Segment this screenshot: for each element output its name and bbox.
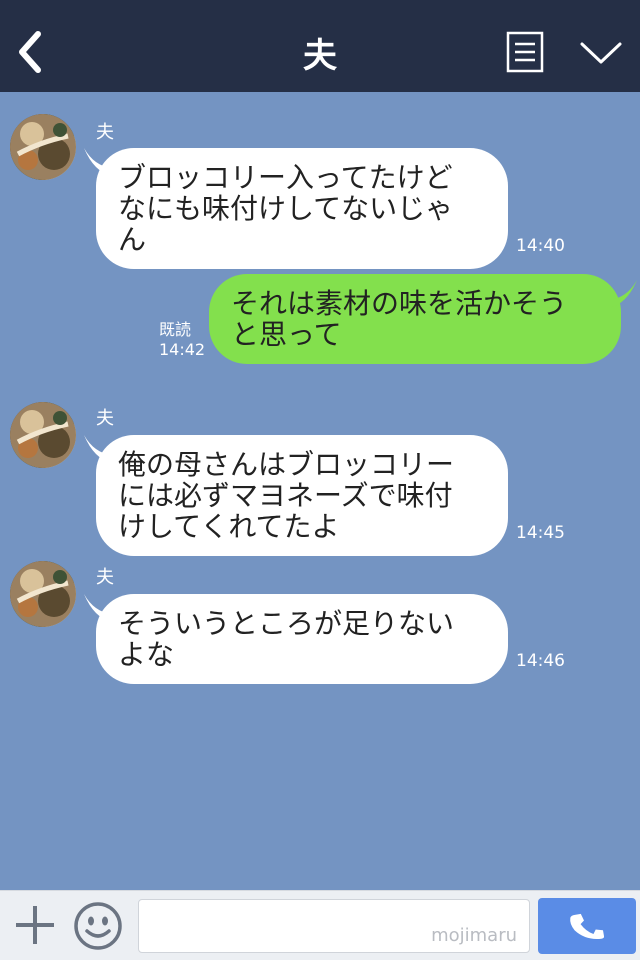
avatar[interactable] <box>10 114 76 180</box>
message-line: ん <box>118 223 147 256</box>
message-time: 14:42 <box>159 340 206 359</box>
header-bar: 夫 <box>0 0 640 92</box>
phone-icon <box>570 913 605 939</box>
message-line: けしてくれてたよ <box>118 510 340 543</box>
read-receipt: 既読 14:42 <box>159 320 205 360</box>
message-bubble[interactable]: そういうところが足りない よな <box>96 594 508 684</box>
input-bar: mojimaru <box>0 890 640 960</box>
menu-toggle-button[interactable] <box>576 36 626 70</box>
bubble-tail <box>609 280 637 308</box>
read-label: 既読 <box>159 320 192 339</box>
message-bubble[interactable]: 俺の母さんはブロッコリー には必ずマヨネーズで味付 けしてくれてたよ <box>96 435 508 556</box>
plus-icon <box>16 906 54 944</box>
chat-screen: 夫 夫 ブロッコリー入ってたけど なにも味付けしてないじゃ ん 14:40 既読… <box>0 0 640 960</box>
smiley-icon <box>74 902 122 950</box>
avatar[interactable] <box>10 561 76 627</box>
sender-name: 夫 <box>96 122 114 143</box>
message-list[interactable]: 夫 ブロッコリー入ってたけど なにも味付けしてないじゃ ん 14:40 既読 1… <box>0 92 640 890</box>
call-button[interactable] <box>538 898 636 954</box>
message-time: 14:46 <box>516 651 565 671</box>
message-line: なにも味付けしてないじゃ <box>118 192 454 225</box>
avatar-photo-icon <box>10 561 76 627</box>
message-line: ブロッコリー入ってたけど <box>118 161 453 194</box>
message-line: よな <box>118 638 175 671</box>
add-attachment-button[interactable] <box>12 902 58 948</box>
message-bubble[interactable]: ブロッコリー入ってたけど なにも味付けしてないじゃ ん <box>96 148 508 269</box>
sender-name: 夫 <box>96 567 114 588</box>
message-line: それは素材の味を活かそう <box>231 287 568 320</box>
notes-icon <box>506 31 544 73</box>
avatar[interactable] <box>10 402 76 468</box>
emoji-button[interactable] <box>72 900 124 952</box>
message-time: 14:45 <box>516 523 565 543</box>
message-bubble[interactable]: それは素材の味を活かそう と思って <box>209 274 621 364</box>
watermark-text: mojimaru <box>431 925 517 946</box>
sender-name: 夫 <box>96 408 114 429</box>
chevron-down-icon <box>580 42 622 64</box>
notes-button[interactable] <box>505 30 545 74</box>
message-time: 14:40 <box>516 236 565 256</box>
message-line: には必ずマヨネーズで味付 <box>118 479 453 512</box>
avatar-photo-icon <box>10 114 76 180</box>
message-input[interactable]: mojimaru <box>138 899 530 953</box>
message-line: そういうところが足りない <box>118 607 455 640</box>
message-line: 俺の母さんはブロッコリー <box>118 448 455 481</box>
avatar-photo-icon <box>10 402 76 468</box>
message-line: と思って <box>231 318 342 351</box>
